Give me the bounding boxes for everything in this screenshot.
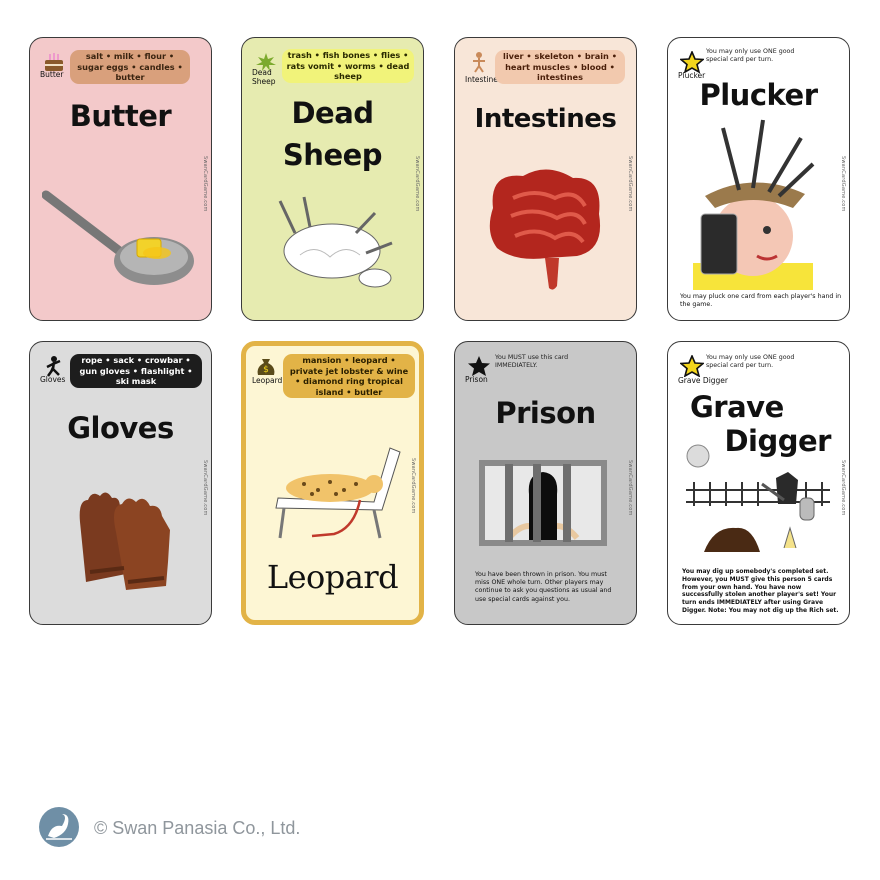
- card-grave-digger[interactable]: Grave Digger You may only use ONE good s…: [667, 341, 850, 625]
- card-tag-label: Grave Digger: [678, 376, 729, 385]
- card-dead-sheep[interactable]: Dead Sheep trash • fish bones • flies • …: [241, 37, 424, 321]
- card-title-line-2: Sheep: [282, 138, 383, 172]
- card-tag-label: Dead Sheep: [252, 68, 276, 86]
- card-intestines[interactable]: Intestines liver • skeleton • brain • he…: [454, 37, 637, 321]
- card-title-line-1: Dead: [291, 96, 374, 130]
- card-title: Gloves: [67, 411, 174, 445]
- star-icon: [467, 355, 493, 377]
- card-title: Prison: [495, 396, 596, 430]
- card-title: Butter: [69, 99, 172, 133]
- leopard-on-lounger-illustration: [275, 447, 401, 539]
- card-website: SwanCardGame.com: [840, 156, 846, 212]
- pan-with-butter-illustration: [42, 190, 194, 285]
- card-tag-label: Gloves: [40, 375, 66, 384]
- swan-panasia-logo: [38, 806, 80, 848]
- card-prison[interactable]: Prison You MUST use this card IMMEDIATEL…: [454, 341, 637, 625]
- card-tag-label: Butter: [40, 70, 64, 79]
- card-website: SwanCardGame.com: [840, 460, 846, 516]
- star-icon: [680, 51, 706, 73]
- card-title: Plucker: [699, 78, 818, 112]
- svg-text:$: $: [263, 365, 269, 375]
- card-description: You may pluck one card from each player'…: [680, 293, 842, 309]
- card-website: SwanCardGame.com: [410, 458, 416, 514]
- card-rule-note: You MUST use this card IMMEDIATELY.: [495, 354, 569, 369]
- card-butter[interactable]: Butter salt • milk • flour • sugar eggs …: [29, 37, 212, 321]
- card-items-pill: rope • sack • crowbar • gun gloves • fla…: [70, 354, 202, 388]
- card-items-pill: salt • milk • flour • sugar eggs • candl…: [70, 50, 190, 84]
- card-website: SwanCardGame.com: [414, 156, 420, 212]
- card-tag-label: Prison: [465, 375, 488, 384]
- intestines-illustration: [489, 169, 601, 290]
- card-items-pill: liver • skeleton • brain • heart muscles…: [495, 50, 625, 84]
- gloves-illustration: [79, 492, 170, 590]
- thief-icon: [42, 355, 68, 377]
- card-leopard[interactable]: $ Leopard mansion • leopard • private je…: [241, 341, 424, 625]
- body-icon: [467, 51, 493, 73]
- card-website: SwanCardGame.com: [202, 460, 208, 516]
- card-title: Intestines: [474, 104, 617, 134]
- card-description: You have been thrown in prison. You must…: [475, 571, 612, 603]
- card-items-pill: mansion • leopard • private jet lobster …: [283, 354, 415, 398]
- card-tag-label: Leopard: [252, 376, 283, 385]
- card-website: SwanCardGame.com: [627, 156, 633, 212]
- card-description: You may dig up somebody's completed set.…: [682, 568, 839, 614]
- card-plucker[interactable]: Plucker You may only use ONE good specia…: [667, 37, 850, 321]
- card-gloves[interactable]: Gloves rope • sack • crowbar • gun glove…: [29, 341, 212, 625]
- card-items-pill: trash • fish bones • flies • rats vomit …: [282, 49, 414, 83]
- card-title: Leopard: [266, 558, 399, 596]
- card-rule-note: You may only use ONE good special card p…: [706, 48, 795, 63]
- plucker-illustration: [693, 119, 815, 290]
- star-icon: [680, 355, 706, 377]
- card-website: SwanCardGame.com: [202, 156, 208, 212]
- copyright-text: © Swan Panasia Co., Ltd.: [94, 818, 301, 838]
- grave-digger-illustration: [686, 444, 830, 552]
- money-bag-icon: $: [254, 355, 280, 377]
- card-website: SwanCardGame.com: [627, 460, 633, 516]
- prison-bars-illustration: [479, 460, 607, 546]
- card-rule-note: You may only use ONE good special card p…: [706, 354, 795, 369]
- dead-sheep-illustration: [278, 196, 393, 288]
